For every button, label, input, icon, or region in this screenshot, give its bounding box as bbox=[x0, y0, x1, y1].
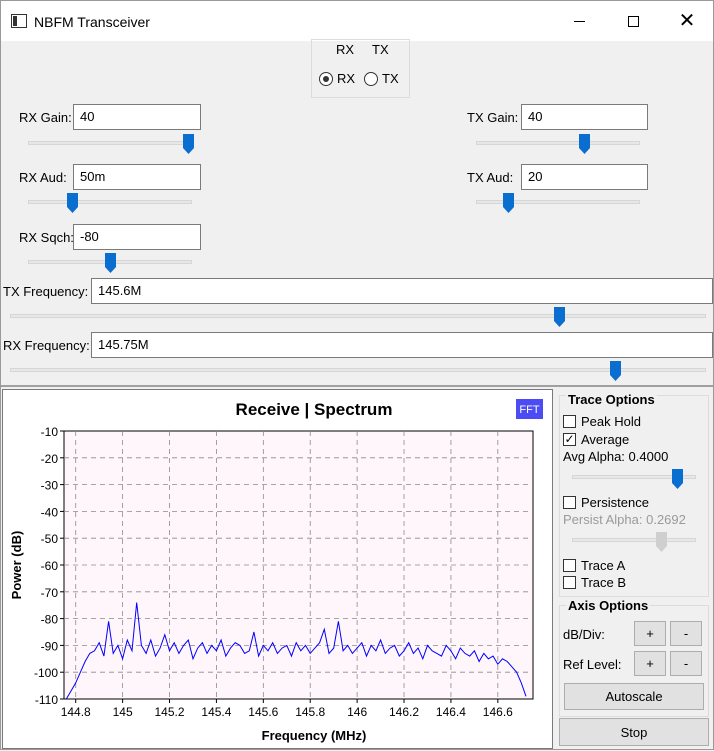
tx-gain-slider-track[interactable] bbox=[476, 141, 640, 145]
y-tick-label: -30 bbox=[41, 479, 59, 493]
x-tick-label: 144.8 bbox=[61, 705, 91, 719]
rx-frequency-input[interactable]: 145.75M bbox=[91, 332, 713, 358]
fft-badge-label[interactable]: FFT bbox=[519, 404, 539, 416]
persistence-label[interactable]: Persistence bbox=[581, 495, 649, 510]
minimize-icon bbox=[573, 20, 585, 22]
y-tick-label: -110 bbox=[35, 693, 58, 707]
maximize-icon bbox=[627, 15, 639, 27]
y-tick-label: -60 bbox=[41, 559, 59, 573]
trace-b-checkbox[interactable] bbox=[563, 576, 576, 589]
x-tick-label: 145.6 bbox=[248, 705, 278, 719]
x-tick-label: 146.2 bbox=[389, 705, 419, 719]
persistence-checkbox[interactable] bbox=[563, 496, 576, 509]
x-tick-label: 146.6 bbox=[483, 705, 513, 719]
rx-radio-label[interactable]: RX bbox=[337, 71, 355, 86]
tx-frequency-input[interactable]: 145.6M bbox=[91, 278, 713, 304]
close-icon: ✕ bbox=[678, 10, 696, 32]
window-title: NBFM Transceiver bbox=[34, 14, 150, 30]
x-axis-label: Frequency (MHz) bbox=[262, 728, 367, 743]
tx-aud-input[interactable]: 20 bbox=[521, 164, 648, 190]
y-tick-label: -50 bbox=[41, 532, 59, 546]
rx-frequency-slider-track[interactable] bbox=[10, 368, 706, 372]
x-tick-label: 145.2 bbox=[155, 705, 185, 719]
peak-hold-checkbox[interactable] bbox=[563, 415, 576, 428]
y-tick-label: -100 bbox=[34, 666, 58, 680]
avg-alpha-slider-handle[interactable] bbox=[671, 469, 683, 489]
db-div-minus-button[interactable]: - bbox=[670, 621, 702, 646]
rx-gain-input[interactable]: 40 bbox=[73, 104, 201, 130]
maximize-button[interactable] bbox=[606, 1, 660, 41]
trace-a-label[interactable]: Trace A bbox=[581, 558, 625, 573]
tx-radio-label[interactable]: TX bbox=[382, 71, 399, 86]
trace-options-title: Trace Options bbox=[566, 392, 657, 407]
plot-title: Receive | Spectrum bbox=[236, 400, 393, 419]
y-tick-label: -20 bbox=[41, 452, 59, 466]
y-tick-label: -70 bbox=[41, 586, 59, 600]
rx-sqch-label: RX Sqch: bbox=[19, 230, 74, 245]
rx-aud-slider-track[interactable] bbox=[28, 200, 192, 204]
x-tick-label: 145.8 bbox=[295, 705, 325, 719]
x-tick-label: 146.4 bbox=[436, 705, 466, 719]
title-bar: NBFM Transceiver ✕ bbox=[1, 1, 713, 41]
y-tick-label: -90 bbox=[41, 639, 59, 653]
rx-aud-label: RX Aud: bbox=[19, 170, 67, 185]
persist-alpha-slider-handle bbox=[655, 532, 667, 552]
x-tick-label: 145.4 bbox=[201, 705, 231, 719]
peak-hold-label[interactable]: Peak Hold bbox=[581, 414, 641, 429]
tx-gain-input[interactable]: 40 bbox=[521, 104, 648, 130]
mode-radio-group: RX TX RX TX bbox=[311, 39, 410, 98]
minimize-button[interactable] bbox=[552, 1, 606, 41]
spectrum-plot-panel[interactable]: Receive | Spectrum FFT -10 -20 -30 -40 -50 -6… bbox=[2, 389, 553, 749]
average-label[interactable]: Average bbox=[581, 432, 629, 447]
persist-alpha-label: Persist Alpha: 0.2692 bbox=[563, 512, 686, 527]
rx-sqch-input[interactable]: -80 bbox=[73, 224, 201, 250]
rx-gain-slider-track[interactable] bbox=[28, 141, 192, 145]
mode-header-tx: TX bbox=[372, 42, 389, 57]
rx-frequency-label: RX Frequency: bbox=[3, 338, 90, 353]
rx-radio[interactable] bbox=[319, 72, 333, 86]
rx-aud-input[interactable]: 50m bbox=[73, 164, 201, 190]
axis-options-title: Axis Options bbox=[566, 598, 651, 613]
tx-aud-slider-handle[interactable] bbox=[503, 193, 515, 213]
y-tick-label: -80 bbox=[41, 613, 59, 627]
tx-gain-slider-handle[interactable] bbox=[578, 134, 590, 154]
x-tick-label: 146 bbox=[347, 705, 367, 719]
tx-aud-slider-track[interactable] bbox=[476, 200, 640, 204]
trace-options-panel: Trace Options Peak Hold ✓ Average Avg Al… bbox=[556, 389, 712, 749]
tx-radio[interactable] bbox=[364, 72, 378, 86]
y-axis-label: Power (dB) bbox=[9, 531, 24, 600]
app-icon bbox=[11, 14, 27, 28]
avg-alpha-label: Avg Alpha: 0.4000 bbox=[563, 449, 669, 464]
tx-frequency-slider-handle[interactable] bbox=[554, 307, 566, 327]
ref-level-plus-button[interactable]: + bbox=[634, 651, 666, 676]
tx-gain-label: TX Gain: bbox=[467, 110, 519, 125]
tx-frequency-slider-track[interactable] bbox=[10, 314, 706, 318]
stop-button[interactable]: Stop bbox=[559, 718, 709, 746]
rx-frequency-slider-handle[interactable] bbox=[610, 361, 622, 381]
spectrum-plot[interactable]: Receive | Spectrum FFT -10 -20 -30 -40 -50 -6… bbox=[3, 390, 552, 748]
trace-b-label[interactable]: Trace B bbox=[581, 575, 626, 590]
rx-aud-slider-handle[interactable] bbox=[66, 193, 78, 213]
y-tick-label: -40 bbox=[41, 505, 59, 519]
db-div-plus-button[interactable]: + bbox=[634, 621, 666, 646]
db-div-label: dB/Div: bbox=[563, 627, 605, 642]
persist-alpha-slider-track bbox=[572, 538, 696, 542]
tx-aud-label: TX Aud: bbox=[467, 170, 514, 185]
ref-level-minus-button[interactable]: - bbox=[670, 651, 702, 676]
trace-a-checkbox[interactable] bbox=[563, 559, 576, 572]
app-window: NBFM Transceiver ✕ RX TX RX TX RX Gain: … bbox=[0, 0, 714, 750]
tx-frequency-label: TX Frequency: bbox=[3, 284, 89, 299]
rx-gain-slider-handle[interactable] bbox=[183, 134, 195, 154]
panel-divider bbox=[1, 385, 713, 387]
average-checkbox[interactable]: ✓ bbox=[563, 433, 576, 446]
rx-sqch-slider-handle[interactable] bbox=[104, 253, 116, 273]
y-tick-label: -10 bbox=[41, 425, 59, 439]
rx-gain-label: RX Gain: bbox=[19, 110, 72, 125]
x-tick-label: 145 bbox=[113, 705, 133, 719]
close-button[interactable]: ✕ bbox=[660, 1, 714, 41]
autoscale-button[interactable]: Autoscale bbox=[564, 683, 704, 710]
mode-header-rx: RX bbox=[336, 42, 355, 57]
ref-level-label: Ref Level: bbox=[563, 657, 622, 672]
